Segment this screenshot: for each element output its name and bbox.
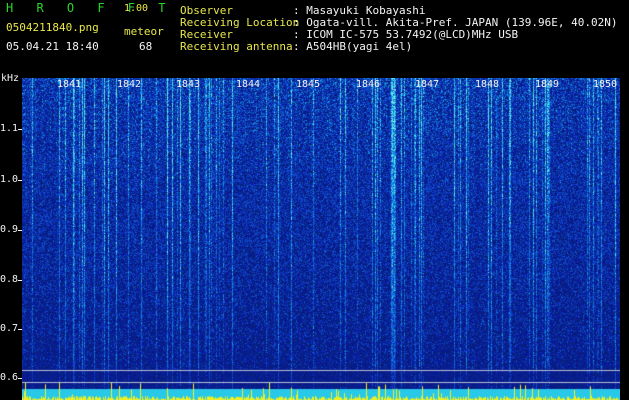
header-panel: H R O F F T 1.00 0504211840.png meteor 0…: [0, 0, 629, 78]
x-tick-1848: 1848: [475, 79, 500, 90]
x-tick-1850: 1850: [593, 79, 618, 90]
x-tick-1841: 1841: [57, 79, 82, 90]
spectrogram-waterfall: [22, 78, 620, 400]
x-tick-1845: 1845: [296, 79, 321, 90]
app-version: 1.00: [124, 3, 149, 14]
y-unit-label: kHz: [1, 73, 20, 84]
counter-label: meteor: [124, 25, 164, 38]
x-tick-1849: 1849: [535, 79, 560, 90]
file-name: 0504211840.png: [6, 21, 99, 34]
x-tick-1847: 1847: [415, 79, 440, 90]
antenna-value: : A504HB(yagi 4el): [293, 40, 413, 53]
counter-value: 68: [139, 40, 153, 53]
x-tick-1844: 1844: [236, 79, 261, 90]
date-time: 05.04.21 18:40: [6, 40, 99, 53]
antenna-label: Receiving antenna: [180, 40, 293, 53]
x-tick-1842: 1842: [117, 79, 142, 90]
x-tick-1843: 1843: [176, 79, 201, 90]
x-tick-1846: 1846: [356, 79, 381, 90]
app-name: H R O F F T: [6, 1, 174, 15]
